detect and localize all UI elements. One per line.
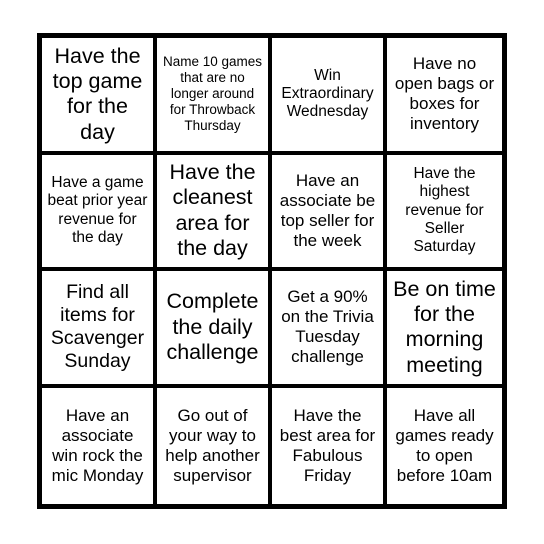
bingo-cell[interactable]: Go out of your way to help another super… xyxy=(157,387,272,504)
bingo-cell-text: Have an associate be top seller for the … xyxy=(279,170,376,250)
bingo-cell-text: Have an associate win rock the mic Monda… xyxy=(51,405,144,485)
bingo-cell[interactable]: Be on time for the morning meeting xyxy=(387,271,502,388)
bingo-cell-text: Complete the daily challenge xyxy=(166,289,259,364)
bingo-cell-text: Have the highest revenue for Seller Satu… xyxy=(405,165,484,256)
bingo-cell[interactable]: Win Extraordinary Wednesday xyxy=(272,38,387,155)
bingo-cell-text: Have the cleanest area for the day xyxy=(169,160,256,261)
bingo-cell-text: Find all items for Scavenger Sunday xyxy=(50,281,145,373)
bingo-cell-text: Have all games ready to open before 10am xyxy=(395,405,494,485)
bingo-cell-text: Have a game beat prior year revenue for … xyxy=(47,174,148,247)
bingo-cell[interactable]: Find all items for Scavenger Sunday xyxy=(42,271,157,388)
bingo-cell-text: Go out of your way to help another super… xyxy=(165,405,260,485)
bingo-cell-text: Get a 90% on the Trivia Tuesday challeng… xyxy=(281,287,374,367)
bingo-cell[interactable]: Have no open bags or boxes for inventory xyxy=(387,38,502,155)
bingo-cell-text: Win Extraordinary Wednesday xyxy=(281,66,374,121)
bingo-cell-text: Have the top game for the day xyxy=(52,43,143,144)
bingo-cell[interactable]: Get a 90% on the Trivia Tuesday challeng… xyxy=(272,271,387,388)
bingo-cell[interactable]: Have an associate win rock the mic Monda… xyxy=(42,387,157,504)
bingo-cell-text: Name 10 games that are no longer around … xyxy=(162,54,263,134)
bingo-cell-text: Have no open bags or boxes for inventory xyxy=(394,54,495,134)
bingo-cell[interactable]: Complete the daily challenge xyxy=(157,271,272,388)
bingo-cell[interactable]: Have the cleanest area for the day xyxy=(157,154,272,271)
bingo-cell[interactable]: Have the best area for Fabulous Friday xyxy=(272,387,387,504)
bingo-cell[interactable]: Name 10 games that are no longer around … xyxy=(157,38,272,155)
bingo-cell[interactable]: Have the top game for the day xyxy=(42,38,157,155)
bingo-cell[interactable]: Have the highest revenue for Seller Satu… xyxy=(387,154,502,271)
bingo-cell[interactable]: Have a game beat prior year revenue for … xyxy=(42,154,157,271)
bingo-card-grid: Have the top game for the day Name 10 ga… xyxy=(37,33,507,509)
bingo-cell-text: Have the best area for Fabulous Friday xyxy=(279,405,376,485)
bingo-cell[interactable]: Have an associate be top seller for the … xyxy=(272,154,387,271)
bingo-cell[interactable]: Have all games ready to open before 10am xyxy=(387,387,502,504)
bingo-cell-text: Be on time for the morning meeting xyxy=(393,276,496,377)
